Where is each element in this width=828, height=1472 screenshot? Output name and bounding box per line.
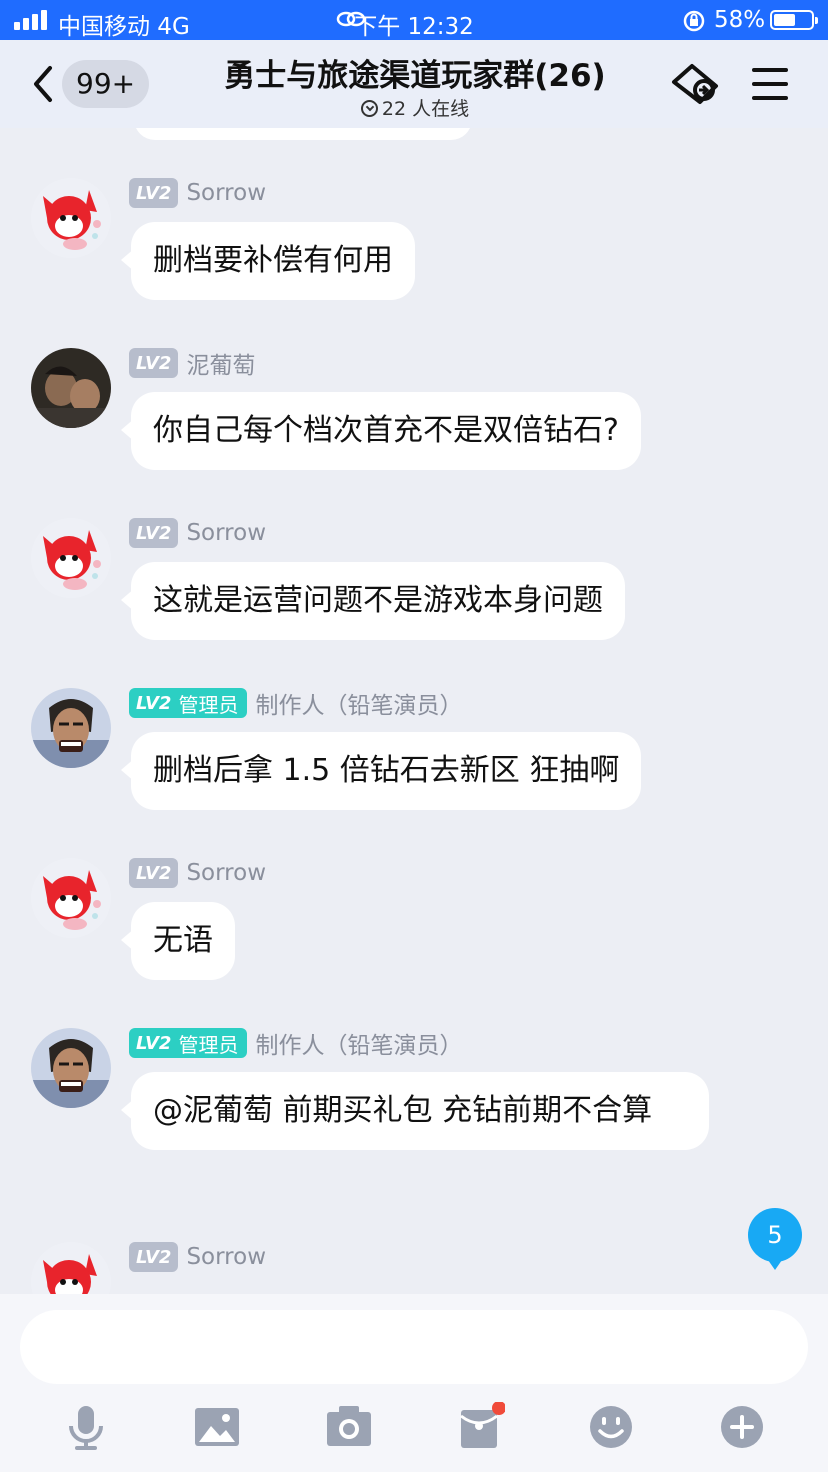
camera-icon[interactable]: [324, 1402, 374, 1452]
admin-level-badge: LV2 管理员: [129, 688, 248, 718]
sender-name[interactable]: Sorrow: [186, 860, 266, 886]
cartoon-man-avatar[interactable]: [31, 688, 111, 768]
red-packet-icon[interactable]: [455, 1402, 505, 1452]
message-header: LV2 泥葡萄: [129, 346, 255, 380]
menu-icon[interactable]: [752, 68, 788, 100]
back-arrow-icon[interactable]: [28, 62, 58, 106]
message-bubble[interactable]: 你自己每个档次首充不是双倍钻石?: [121, 392, 641, 470]
level-badge: LV2: [129, 1242, 179, 1272]
image-icon[interactable]: [192, 1402, 242, 1452]
plus-icon[interactable]: [717, 1402, 767, 1452]
message-input[interactable]: [20, 1310, 808, 1384]
admin-level-badge: LV2 管理员: [129, 1028, 248, 1058]
message-header: LV2 管理员 制作人（铅笔演员）: [129, 1026, 462, 1060]
message-bubble[interactable]: @泥葡萄 前期买礼包 充钻前期不合算: [121, 1072, 709, 1150]
message-bubble[interactable]: 删档后拿 1.5 倍钻石去新区 狂抽啊: [120, 732, 642, 810]
sender-name[interactable]: Sorrow: [186, 180, 266, 206]
clock-icon: [360, 100, 378, 117]
message-header: LV2 Sorrow: [129, 856, 266, 890]
message-header: LV2 Sorrow: [129, 176, 266, 210]
battery-icon: [770, 10, 818, 30]
chat-header: 99+ 勇士与旅途渠道玩家群(26) 22 人在线: [0, 40, 828, 128]
unread-count-badge[interactable]: 99+: [62, 60, 150, 108]
photo-avatar[interactable]: [31, 348, 111, 428]
message-header: LV2 Sorrow: [129, 1240, 266, 1274]
online-count: 22 人在线: [160, 94, 670, 121]
level-badge: LV2: [129, 348, 179, 378]
sender-name[interactable]: 制作人（铅笔演员）: [255, 686, 462, 720]
emoji-icon[interactable]: [586, 1402, 636, 1452]
status-bar: 中国移动 4G 下午 12:32 58%: [0, 0, 828, 40]
microphone-icon[interactable]: [61, 1402, 111, 1452]
new-messages-badge[interactable]: 5: [748, 1208, 802, 1270]
level-badge: LV2: [129, 858, 179, 888]
sender-name[interactable]: Sorrow: [186, 1244, 266, 1270]
message-bubble[interactable]: 删档要补偿有何用: [121, 222, 415, 300]
message-bubble[interactable]: 无语: [121, 902, 235, 980]
message-header: LV2 管理员 制作人（铅笔演员）: [129, 686, 462, 720]
group-title[interactable]: 勇士与旅途渠道玩家群(26): [160, 50, 670, 95]
red-fox-avatar[interactable]: [31, 518, 111, 598]
red-fox-avatar[interactable]: [31, 1242, 111, 1294]
group-ticket-icon[interactable]: [668, 60, 724, 110]
message-bubble: [134, 128, 472, 140]
level-badge: LV2: [129, 178, 179, 208]
level-badge: LV2: [129, 518, 179, 548]
sender-name[interactable]: 泥葡萄: [186, 346, 255, 380]
sender-name[interactable]: 制作人（铅笔演员）: [255, 1026, 462, 1060]
sender-name[interactable]: Sorrow: [186, 520, 266, 546]
message-list[interactable]: LV2 Sorrow 删档要补偿有何用 LV2 泥葡萄 你自己每个档次首充不是双…: [0, 128, 828, 1294]
orientation-lock-icon: [683, 10, 705, 32]
cartoon-man-avatar[interactable]: [31, 1028, 111, 1108]
message-header: LV2 Sorrow: [129, 516, 266, 550]
message-bubble[interactable]: 这就是运营问题不是游戏本身问题: [121, 562, 625, 640]
red-fox-avatar[interactable]: [31, 178, 111, 258]
red-fox-avatar[interactable]: [31, 858, 111, 938]
battery-percent: 58%: [714, 7, 766, 33]
composer: [0, 1294, 828, 1472]
input-toolbar: [0, 1396, 828, 1456]
